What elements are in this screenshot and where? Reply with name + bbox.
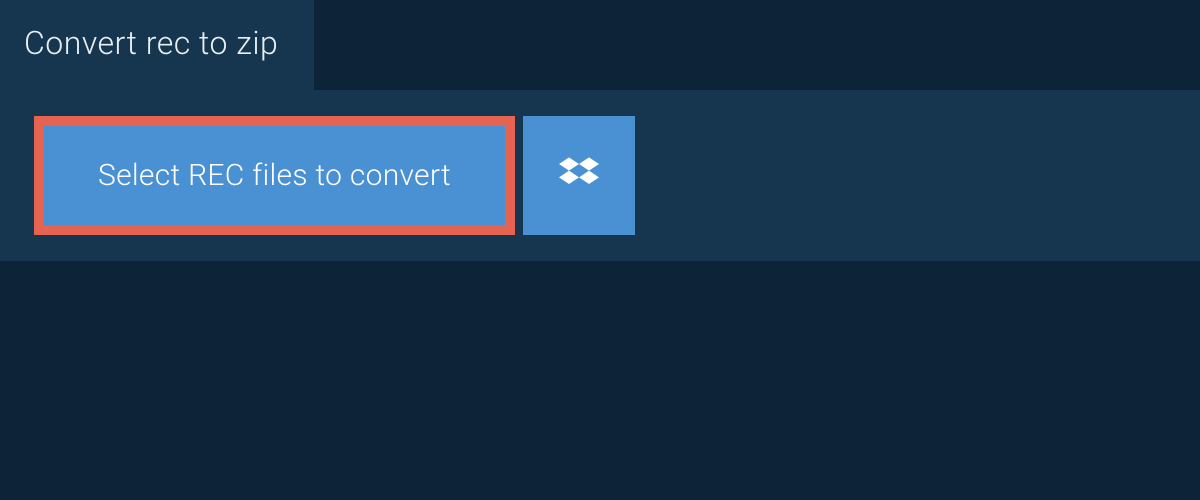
dropbox-icon: [559, 154, 599, 198]
dropbox-button[interactable]: [523, 116, 635, 235]
page-title: Convert rec to zip: [0, 0, 314, 90]
action-panel: Select REC files to convert: [0, 90, 1200, 261]
button-group: Select REC files to convert: [34, 116, 1200, 235]
select-files-button[interactable]: Select REC files to convert: [34, 116, 515, 235]
select-files-label: Select REC files to convert: [98, 158, 451, 193]
